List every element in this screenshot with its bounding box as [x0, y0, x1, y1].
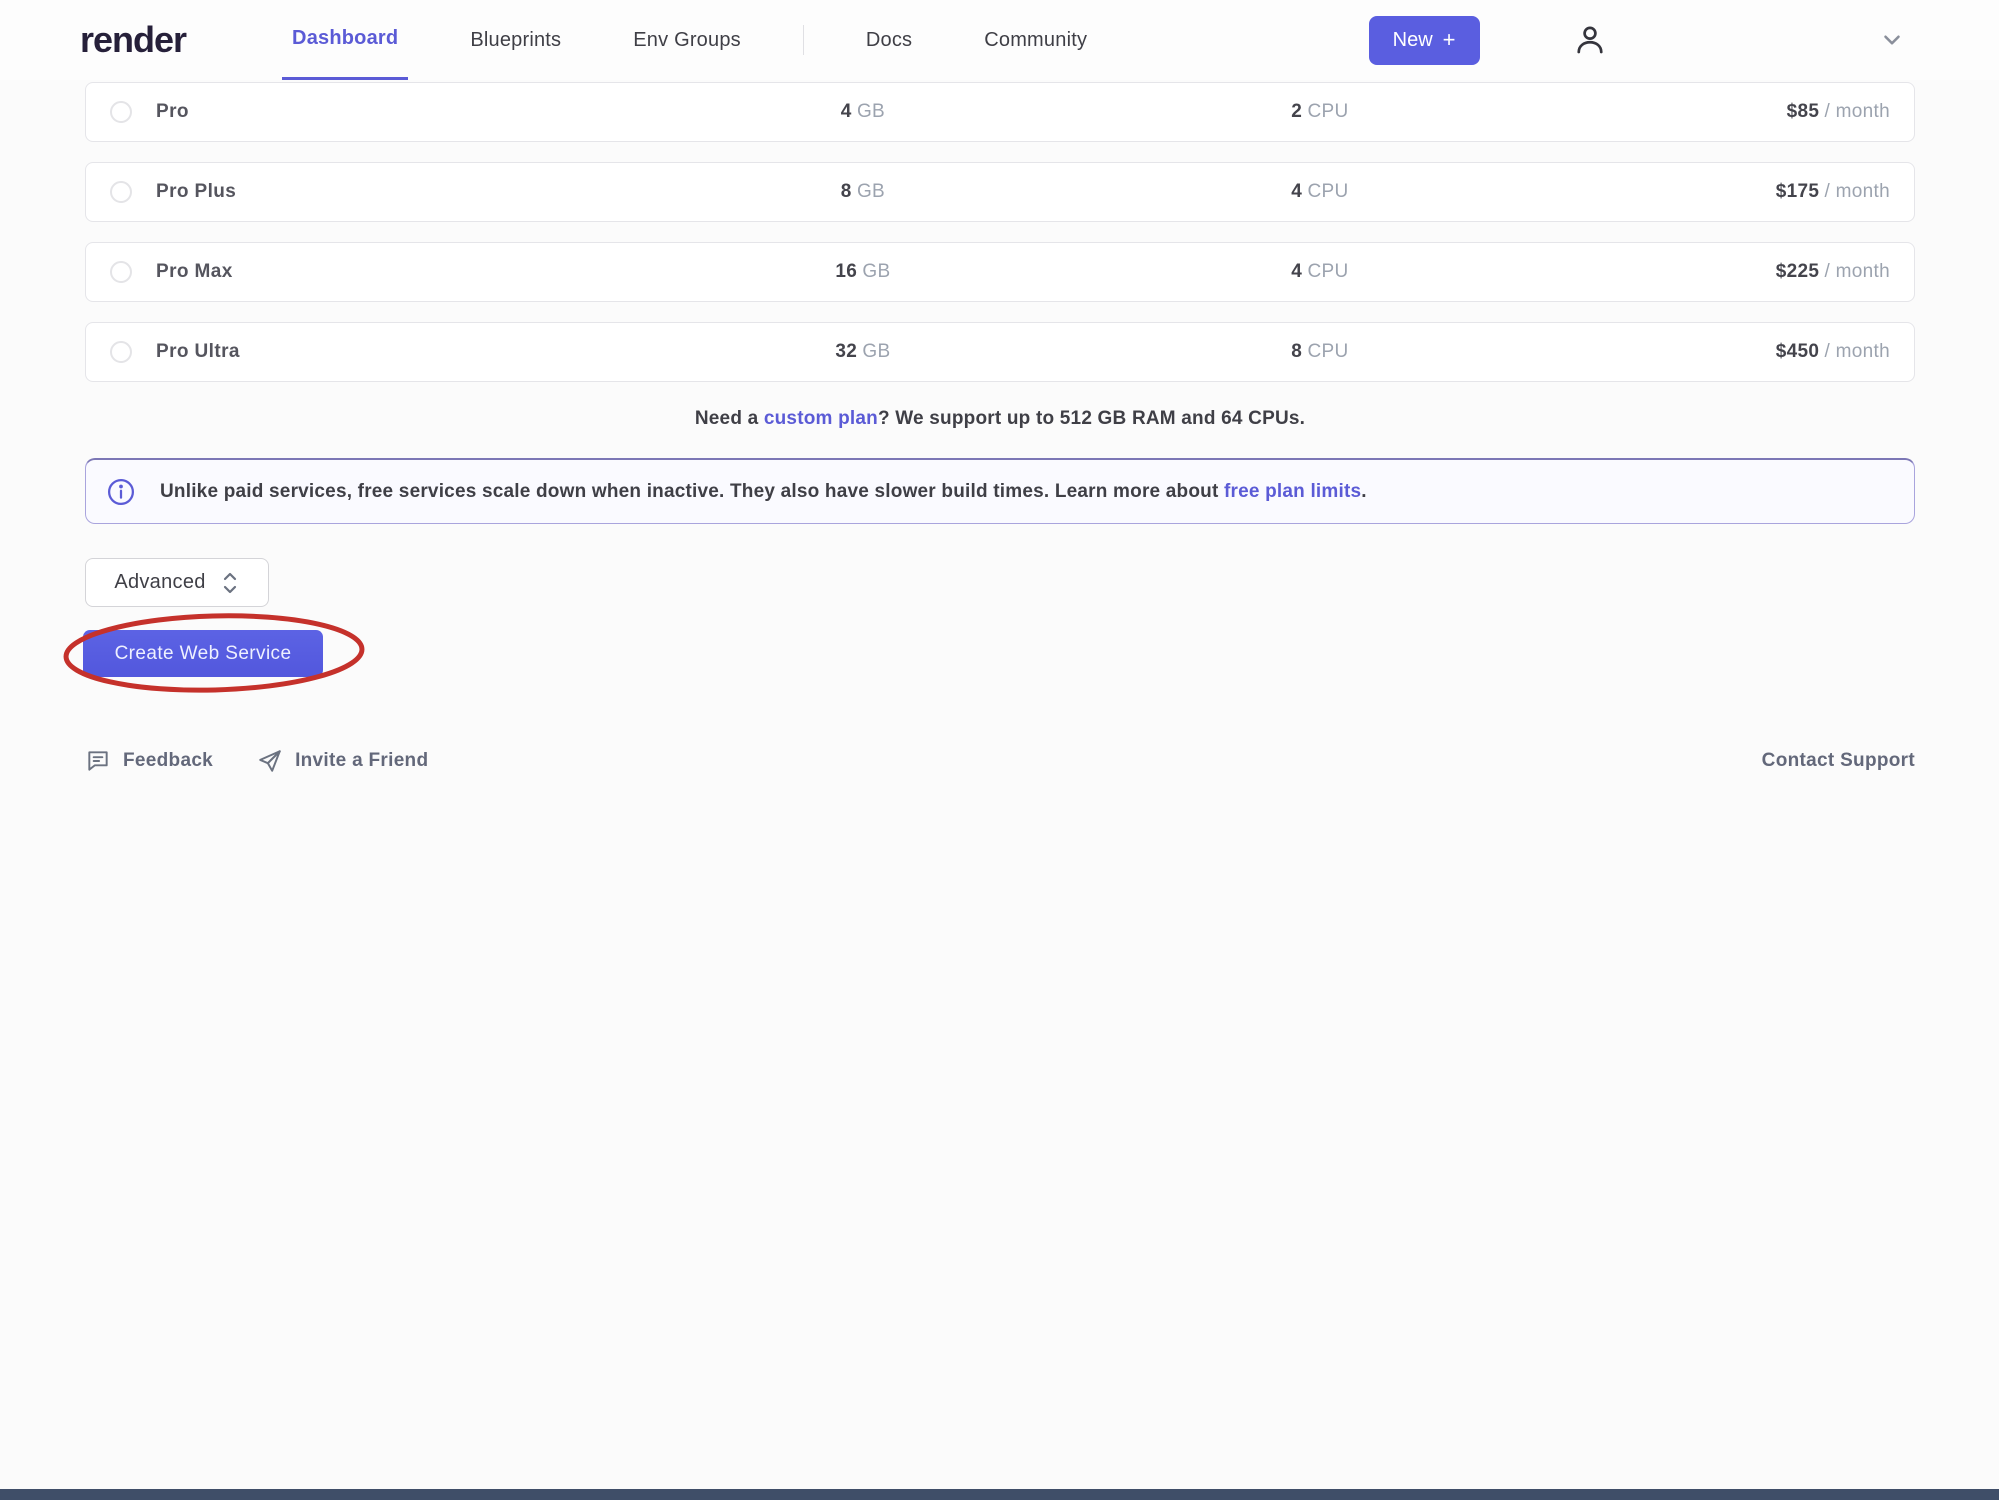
- info-banner-text: Unlike paid services, free services scal…: [160, 481, 1367, 503]
- paper-plane-icon: [257, 748, 283, 774]
- nav-link-community[interactable]: Community: [974, 0, 1097, 80]
- plan-ram: 16 GB: [634, 261, 1091, 283]
- plan-name: Pro Plus: [156, 181, 236, 203]
- nav-link-docs[interactable]: Docs: [856, 0, 922, 80]
- create-web-service-button[interactable]: Create Web Service: [83, 630, 323, 677]
- invite-friend-link[interactable]: Invite a Friend: [257, 748, 428, 774]
- plan-ram: 8 GB: [634, 181, 1091, 203]
- custom-plan-link[interactable]: custom plan: [764, 408, 878, 429]
- chevron-up-down-icon: [220, 570, 240, 596]
- plan-name: Pro: [156, 101, 189, 123]
- plan-price: $175 / month: [1548, 181, 1914, 203]
- plus-icon: +: [1443, 29, 1456, 51]
- feedback-bubble-icon: [85, 748, 111, 774]
- info-icon: [106, 477, 136, 507]
- plan-selection-section: Pro 4 GB 2 CPU $85 / month Pro Plus 8 GB…: [85, 82, 1915, 677]
- feedback-label: Feedback: [123, 750, 213, 772]
- feedback-link[interactable]: Feedback: [85, 748, 213, 774]
- plan-cpu: 4 CPU: [1091, 181, 1548, 203]
- new-button[interactable]: New +: [1369, 16, 1480, 65]
- invite-label: Invite a Friend: [295, 750, 428, 772]
- top-navbar: render Dashboard Blueprints Env Groups D…: [0, 0, 1999, 80]
- user-avatar-icon[interactable]: [1572, 22, 1608, 58]
- advanced-label: Advanced: [114, 571, 205, 594]
- free-plan-limits-link[interactable]: free plan limits: [1224, 481, 1361, 502]
- plan-ram: 4 GB: [634, 101, 1091, 123]
- plan-price: $450 / month: [1548, 341, 1914, 363]
- plan-cpu: 8 CPU: [1091, 341, 1548, 363]
- plan-row-pro-plus[interactable]: Pro Plus 8 GB 4 CPU $175 / month: [85, 162, 1915, 222]
- create-button-area: Create Web Service: [85, 630, 1915, 677]
- nav-divider: [803, 25, 804, 55]
- plan-cpu: 4 CPU: [1091, 261, 1548, 283]
- render-logo[interactable]: render: [80, 19, 186, 61]
- account-chevron-down-icon[interactable]: [1879, 27, 1905, 53]
- bottom-bar: [0, 1489, 1999, 1500]
- plan-ram: 32 GB: [634, 341, 1091, 363]
- nav-tab-dashboard[interactable]: Dashboard: [282, 0, 408, 80]
- radio-button[interactable]: [110, 341, 132, 363]
- plan-row-pro[interactable]: Pro 4 GB 2 CPU $85 / month: [85, 82, 1915, 142]
- plan-cpu: 2 CPU: [1091, 101, 1548, 123]
- advanced-toggle[interactable]: Advanced: [85, 558, 269, 607]
- nav-tab-env-groups[interactable]: Env Groups: [623, 0, 751, 80]
- plan-price: $85 / month: [1548, 101, 1914, 123]
- radio-button[interactable]: [110, 181, 132, 203]
- free-plan-info-banner: Unlike paid services, free services scal…: [85, 458, 1915, 524]
- plan-price: $225 / month: [1548, 261, 1914, 283]
- new-button-label: New: [1393, 29, 1433, 52]
- radio-button[interactable]: [110, 261, 132, 283]
- plan-row-pro-max[interactable]: Pro Max 16 GB 4 CPU $225 / month: [85, 242, 1915, 302]
- contact-support-link[interactable]: Contact Support: [1762, 750, 1915, 772]
- nav-tab-blueprints[interactable]: Blueprints: [460, 0, 571, 80]
- plan-name: Pro Max: [156, 261, 233, 283]
- plan-row-pro-ultra[interactable]: Pro Ultra 32 GB 8 CPU $450 / month: [85, 322, 1915, 382]
- plan-name: Pro Ultra: [156, 341, 240, 363]
- page-footer: Feedback Invite a Friend Contact Support: [85, 748, 1915, 774]
- radio-button[interactable]: [110, 101, 132, 123]
- custom-plan-note: Need a custom plan? We support up to 512…: [85, 408, 1915, 430]
